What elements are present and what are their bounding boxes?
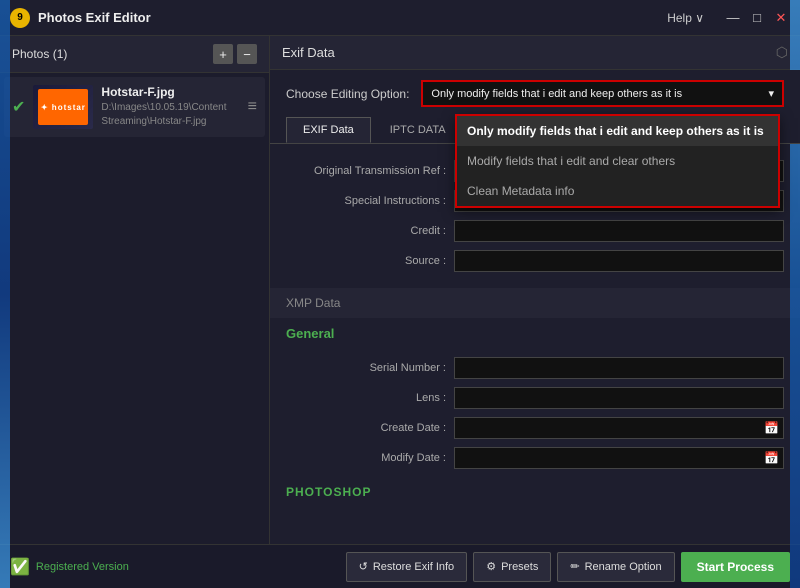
photo-name: Hotstar-F.jpg <box>101 85 239 99</box>
registered-badge: ✅ Registered Version <box>10 557 340 577</box>
minimize-button[interactable]: — <box>724 9 742 27</box>
modify-date-calendar-icon[interactable]: 📅 <box>760 451 783 465</box>
right-panel: Exif Data ⬡ Choose Editing Option: Only … <box>270 36 800 544</box>
xmp-section-header: XMP Data <box>270 288 800 318</box>
dropdown-arrow-icon: ▾ <box>768 87 774 100</box>
lens-row: Lens : <box>270 383 800 413</box>
photo-info: Hotstar-F.jpg D:\Images\10.05.19\Content… <box>101 85 239 129</box>
photo-menu-icon[interactable]: ≡ <box>248 98 257 116</box>
photo-path-line1: D:\Images\10.05.19\Content <box>101 101 239 115</box>
photos-header-buttons: + − <box>213 44 257 64</box>
create-date-row: Create Date : 📅 <box>270 413 800 443</box>
photos-panel-header: Photos (1) + − <box>0 36 269 73</box>
app-logo: 9 <box>10 8 30 28</box>
start-process-button[interactable]: Start Process <box>681 552 790 582</box>
source-input[interactable] <box>454 250 784 272</box>
exif-header-icon: ⬡ <box>776 44 788 61</box>
dropdown-option-1[interactable]: Only modify fields that i edit and keep … <box>457 116 778 146</box>
lens-input[interactable] <box>454 387 784 409</box>
editing-option-bar: Choose Editing Option: Only modify field… <box>270 70 800 117</box>
general-section-label: General <box>270 322 800 349</box>
editing-option-container: Choose Editing Option: Only modify field… <box>270 70 800 117</box>
source-row: Source : <box>270 246 800 276</box>
credit-row: Credit : <box>270 216 800 246</box>
exif-panel-title: Exif Data <box>282 45 335 60</box>
create-date-field: 📅 <box>454 417 784 439</box>
editing-option-label: Choose Editing Option: <box>286 87 409 101</box>
close-button[interactable]: ✕ <box>772 9 790 27</box>
modify-date-row: Modify Date : 📅 <box>270 443 800 473</box>
tab-iptc-data[interactable]: IPTC DATA <box>373 117 463 143</box>
original-transmission-label: Original Transmission Ref : <box>286 165 446 177</box>
create-date-input[interactable] <box>455 422 760 434</box>
remove-photo-button[interactable]: − <box>237 44 257 64</box>
photo-thumb-text: ✦ hotstar <box>38 89 88 125</box>
create-date-label: Create Date : <box>286 422 446 434</box>
blue-left-decoration <box>0 0 10 588</box>
bottom-bar: ✅ Registered Version ↺ Restore Exif Info… <box>0 544 800 588</box>
restore-icon: ↺ <box>359 560 368 573</box>
serial-number-label: Serial Number : <box>286 362 446 374</box>
selected-option-text: Only modify fields that i edit and keep … <box>431 88 682 100</box>
serial-number-input[interactable] <box>454 357 784 379</box>
exif-panel-header: Exif Data ⬡ <box>270 36 800 70</box>
serial-number-row: Serial Number : <box>270 353 800 383</box>
modify-date-field: 📅 <box>454 447 784 469</box>
source-label: Source : <box>286 255 446 267</box>
tab-exif-data[interactable]: EXIF Data <box>286 117 371 143</box>
app-title: Photos Exif Editor <box>38 10 667 25</box>
main-layout: Photos (1) + − ✔ ✦ hotstar Hotstar-F.jpg… <box>0 36 800 544</box>
xmp-fields-section: Serial Number : Lens : Create Date : 📅 M… <box>270 349 800 477</box>
registered-icon: ✅ <box>10 557 30 577</box>
credit-label: Credit : <box>286 225 446 237</box>
help-button[interactable]: Help ∨ <box>667 11 704 25</box>
photo-thumbnail: ✦ hotstar <box>33 85 93 129</box>
add-photo-button[interactable]: + <box>213 44 233 64</box>
dropdown-popup: Only modify fields that i edit and keep … <box>455 114 780 208</box>
lens-label: Lens : <box>286 392 446 404</box>
create-date-calendar-icon[interactable]: 📅 <box>760 421 783 435</box>
photo-checkbox[interactable]: ✔ <box>12 97 25 117</box>
window-controls: Help ∨ — □ ✕ <box>667 9 790 27</box>
restore-exif-button[interactable]: ↺ Restore Exif Info <box>346 552 468 582</box>
photo-path-line2: Streaming\Hotstar-F.jpg <box>101 115 239 129</box>
rename-icon: ✏ <box>570 560 579 573</box>
dropdown-option-2[interactable]: Modify fields that i edit and clear othe… <box>457 146 778 176</box>
maximize-button[interactable]: □ <box>748 9 766 27</box>
presets-icon: ⚙ <box>486 560 496 573</box>
presets-button[interactable]: ⚙ Presets <box>473 552 551 582</box>
editing-option-dropdown[interactable]: Only modify fields that i edit and keep … <box>421 80 784 107</box>
rename-option-button[interactable]: ✏ Rename Option <box>557 552 674 582</box>
left-panel: Photos (1) + − ✔ ✦ hotstar Hotstar-F.jpg… <box>0 36 270 544</box>
registered-label: Registered Version <box>36 561 129 573</box>
photoshop-section-label: PHOTOSHOP <box>270 477 800 507</box>
special-instructions-label: Special Instructions : <box>286 195 446 207</box>
modify-date-input[interactable] <box>455 452 760 464</box>
dropdown-option-3[interactable]: Clean Metadata info <box>457 176 778 206</box>
credit-input[interactable] <box>454 220 784 242</box>
photo-list-item[interactable]: ✔ ✦ hotstar Hotstar-F.jpg D:\Images\10.0… <box>4 77 265 137</box>
photos-panel-title: Photos (1) <box>12 47 67 61</box>
modify-date-label: Modify Date : <box>286 452 446 464</box>
titlebar: 9 Photos Exif Editor Help ∨ — □ ✕ <box>0 0 800 36</box>
